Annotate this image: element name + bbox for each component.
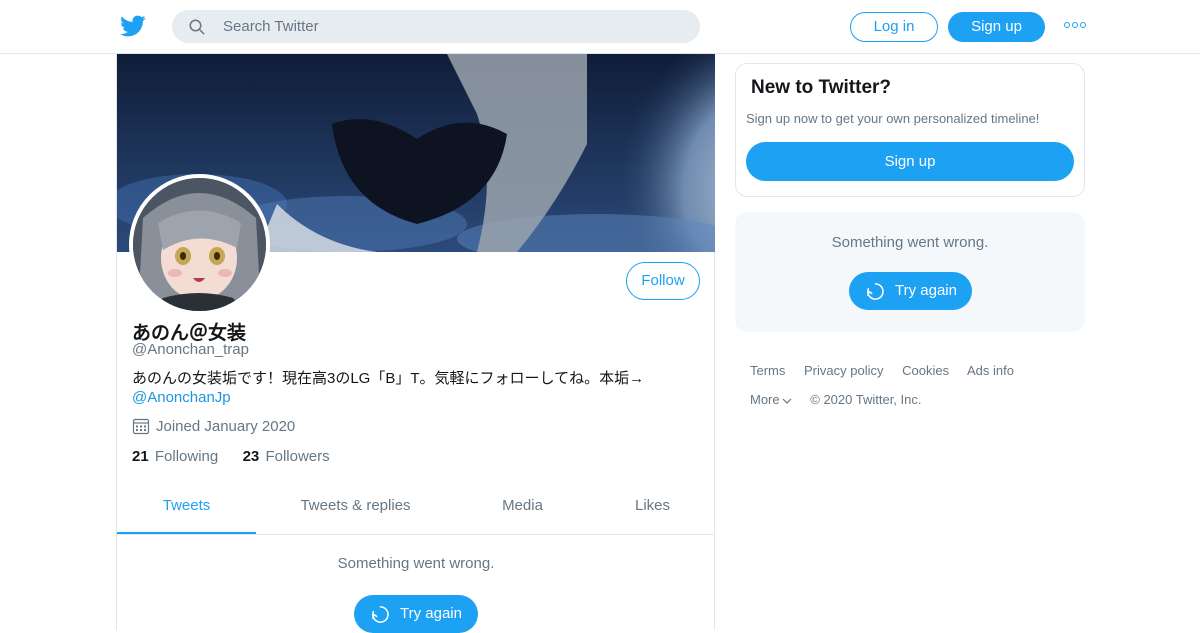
footer-link-privacy[interactable]: Privacy policy [804, 363, 883, 378]
footer-copyright: © 2020 Twitter, Inc. [810, 392, 922, 407]
profile-bio: あのんの女装垢です！現在高3のLG「B」T。気軽にフォローしてね。本垢→ @An… [132, 369, 702, 407]
more-dots-icon[interactable] [1064, 22, 1086, 32]
follow-counts: 21 Following 23 Followers [132, 448, 330, 465]
chevron-down-icon [782, 398, 792, 404]
following-count: 21 [132, 448, 149, 465]
new-to-twitter-title: New to Twitter? [751, 77, 892, 98]
following-label: Following [154, 448, 219, 465]
followers-link[interactable]: 23 Followers [243, 448, 330, 465]
sidebar-error-card: Something went wrong. Try again [735, 212, 1085, 332]
profile-handle[interactable]: @Anonchan_trap [132, 341, 249, 358]
profile-tabs: Tweets Tweets & replies Media Likes [117, 485, 715, 535]
search-placeholder: Search Twitter [223, 18, 319, 35]
followers-count: 23 [242, 448, 260, 465]
footer-link-cookies[interactable]: Cookies [902, 363, 949, 378]
join-date-text: Joined January 2020 [156, 418, 296, 435]
calendar-icon [132, 418, 150, 435]
following-link[interactable]: 21 Following [132, 448, 218, 465]
footer-more-link[interactable]: More [750, 392, 792, 407]
tab-tweets-replies[interactable]: Tweets & replies [256, 485, 455, 534]
followers-label: Followers [265, 448, 330, 465]
join-date: Joined January 2020 [132, 417, 295, 435]
sidebar-retry-label: Try again [895, 282, 957, 299]
profile-column: Follow あのん＠女装 @Anonchan_trap あのんの女装垢です！現… [116, 54, 715, 633]
profile-avatar[interactable] [129, 174, 270, 315]
twitter-bird-icon[interactable] [120, 13, 146, 39]
footer-links: Terms Privacy policy Cookies Ads info Mo… [750, 363, 1070, 421]
new-to-twitter-card: New to Twitter? Sign up now to get your … [735, 63, 1085, 197]
timeline-error-message: Something went wrong. [337, 555, 495, 572]
login-button[interactable]: Log in [850, 12, 938, 42]
follow-button[interactable]: Follow [626, 262, 700, 300]
new-to-twitter-subtitle: Sign up now to get your own personalized… [746, 111, 1040, 126]
search-icon [189, 19, 205, 35]
footer-more-label: More [750, 392, 780, 407]
bio-mention-link[interactable]: @AnonchanJp [132, 389, 231, 406]
avatar-artwork [133, 178, 266, 311]
footer-link-ads-info[interactable]: Ads info [967, 363, 1014, 378]
refresh-icon [372, 606, 389, 623]
sidebar-signup-button[interactable]: Sign up [746, 142, 1074, 181]
tab-tweets[interactable]: Tweets [117, 485, 256, 534]
signup-button[interactable]: Sign up [948, 12, 1045, 42]
top-navigation-bar: Search Twitter Log in Sign up [0, 0, 1200, 54]
refresh-icon [867, 283, 884, 300]
timeline-retry-label: Try again [400, 605, 462, 622]
sidebar-error-message: Something went wrong. [831, 234, 989, 251]
footer-link-terms[interactable]: Terms [750, 363, 785, 378]
timeline-retry-button[interactable]: Try again [354, 595, 478, 633]
sidebar-retry-button[interactable]: Try again [849, 272, 972, 310]
tab-media[interactable]: Media [455, 485, 590, 534]
bio-text: あのんの女装垢です！現在高3のLG「B」T。気軽にフォローしてね。本垢→ [132, 370, 645, 387]
tab-likes[interactable]: Likes [590, 485, 715, 534]
search-input[interactable]: Search Twitter [172, 10, 700, 43]
